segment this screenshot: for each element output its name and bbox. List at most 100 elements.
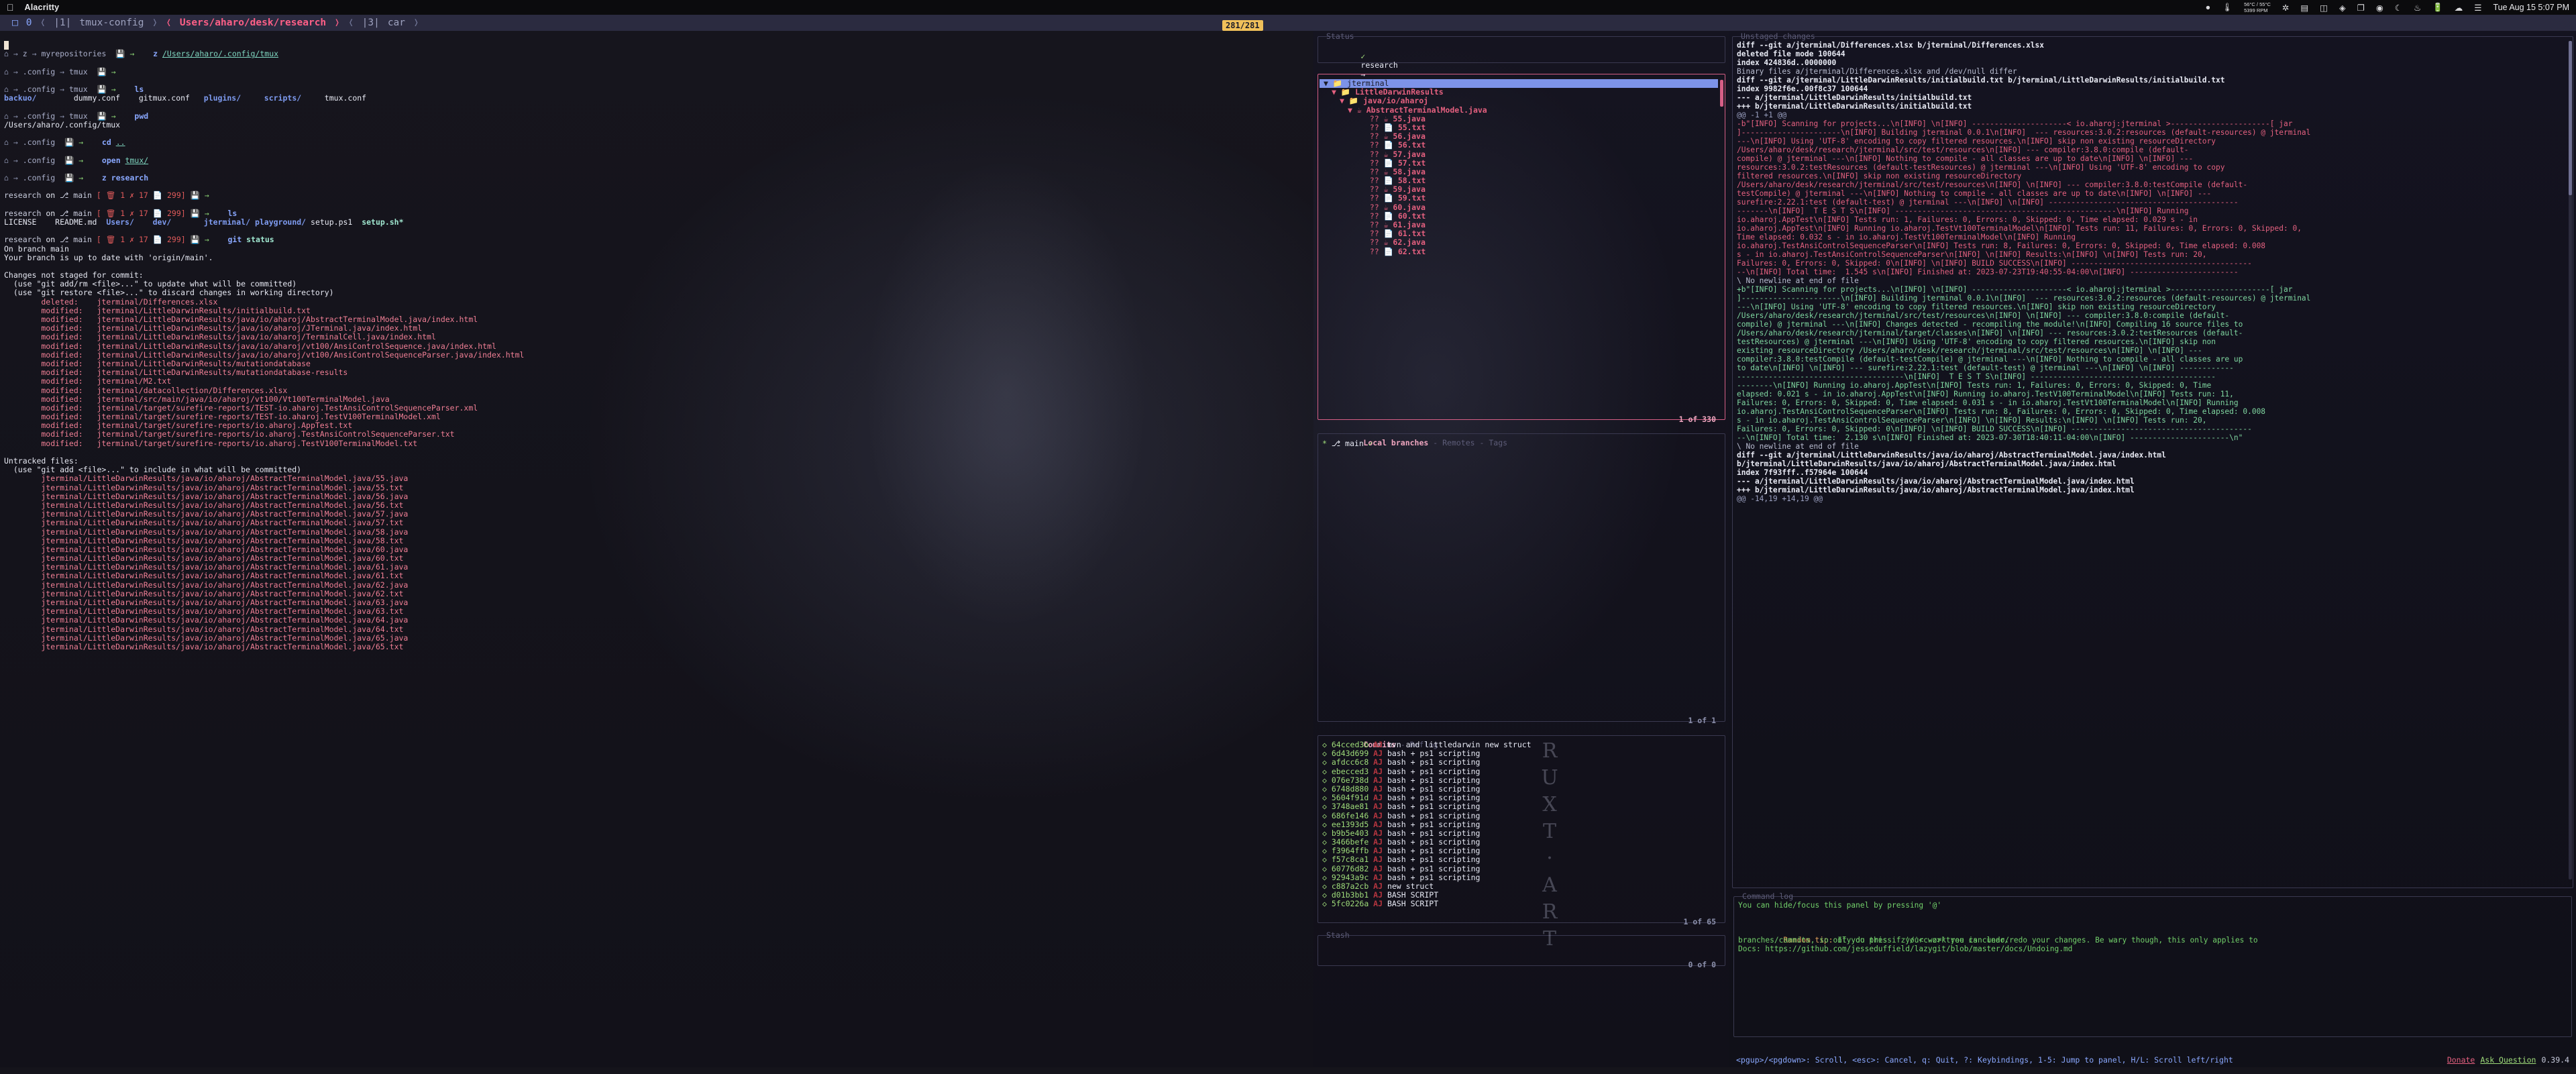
battery-icon[interactable]: 🔋 [2432, 3, 2443, 13]
chevron-down-icon[interactable] [1356, 184, 1370, 194]
calendar-icon[interactable]: ▤ [2300, 3, 2308, 13]
chevron-down-icon[interactable] [1356, 150, 1370, 159]
branch-list-item[interactable]: * ⎇ main ✓ [1322, 439, 1373, 448]
apple-icon[interactable]:  [7, 3, 14, 12]
diff-line: b/jterminal/LittleDarwinResults/java/io/… [1737, 460, 2116, 468]
terminal-pane-left[interactable]: ⌂ → z → myrepositories 💾 → z /Users/ahar… [0, 31, 1313, 1067]
chevron-down-icon[interactable] [1356, 193, 1370, 203]
terminal-span: ⌂ [4, 85, 9, 95]
menubar-clock[interactable]: Tue Aug 15 5:07 PM [2493, 3, 2569, 12]
sensor-readout[interactable]: 56°C / 55°C 5399 RPM [2244, 1, 2271, 14]
file-name: 60.txt [1397, 211, 1426, 221]
control-center-icon[interactable]: ☰ [2474, 3, 2481, 13]
commit-list-item[interactable]: ◇ 5fc0226a AJ BASH SCRIPT [1322, 900, 1532, 908]
commit-graph-node: ◇ [1322, 872, 1332, 882]
file-name: 59.java [1393, 184, 1426, 195]
chevron-down-icon[interactable] [1356, 158, 1370, 168]
terminal-span: jterminal/LittleDarwinResults/java/io/ah… [4, 544, 409, 554]
chevron-down-icon[interactable] [1356, 211, 1370, 221]
commit-graph-node: ◇ [1322, 793, 1332, 803]
chevron-down-icon[interactable] [1356, 237, 1370, 247]
chevron-down-icon[interactable] [1356, 247, 1370, 256]
terminal-span: On branch main [4, 244, 69, 254]
airpods-icon[interactable]: ♨ [2414, 3, 2421, 13]
terminal-output-line: backuo/ dummy.conf gitmux.conf plugins/ … [4, 94, 524, 103]
diff-line: io.aharoj.AppTest\n[INFO] Running io.aha… [1737, 224, 2302, 233]
diff-scrollbar-thumb[interactable] [2569, 41, 2572, 195]
terminal-span: jterminal/LittleDarwinResults/java/io/ah… [4, 562, 409, 572]
chevron-down-icon[interactable]: ▼ [1332, 87, 1341, 97]
chevron-down-icon[interactable] [1356, 114, 1370, 123]
chevron-down-icon[interactable] [1356, 140, 1370, 150]
commit-message: bash + ps1 scripting [1387, 793, 1481, 803]
moon-icon[interactable]: ☾ [2395, 3, 2402, 13]
tmux-window-name[interactable]: tmux-config [79, 17, 144, 28]
tmux-window-index[interactable]: |1| [54, 17, 71, 28]
folder-icon: 📁 [1332, 79, 1348, 88]
tmux-current-path[interactable]: Users/aharo/desk/research [180, 17, 326, 28]
lazygit-command-log-panel[interactable]: Command log You can hide/focus this pane… [1733, 892, 2572, 1037]
unstaged-changes-box[interactable]: Unstaged changes diff --git a/jterminal/… [1732, 32, 2573, 888]
chevron-down-icon[interactable] [1356, 203, 1370, 212]
terminal-span: jterminal/LittleDarwinResults/java/io/ah… [4, 500, 404, 510]
macos-menu-bar:  Alacritty ● 🌡 56°C / 55°C 5399 RPM ✲ ▤… [0, 0, 2576, 15]
terminal-span: modified: jterminal/LittleDarwinResults/… [4, 350, 525, 360]
play-icon[interactable]: ◉ [2376, 3, 2383, 13]
terminal-span [134, 49, 153, 58]
java-icon: ☕ [1383, 113, 1393, 123]
commit-message: bash + ps1 scripting [1387, 855, 1481, 865]
tmux-window2-name[interactable]: car [388, 17, 405, 28]
tmux-session-index[interactable]: 0 [26, 17, 32, 28]
terminal-span: jterminal/LittleDarwinResults/java/io/ah… [4, 641, 404, 651]
terminal-span: tmux/ [125, 155, 149, 165]
lazygit-stash-panel[interactable]: Stash 0 of 0 [1318, 930, 1725, 969]
file-tree[interactable]: ▼ 📁 jterminal ▼ 📁 LittleDarwinResults ▼ 📁 … [1320, 79, 1718, 415]
commit-sha: b9b5e403 [1331, 828, 1374, 838]
chevron-down-icon[interactable] [1356, 131, 1370, 141]
tip-docs-link[interactable]: Docs: https://github.com/jesseduffield/l… [1738, 945, 2258, 953]
donate-link[interactable]: Donate [2447, 1055, 2475, 1065]
record-icon[interactable]: ● [2206, 3, 2211, 12]
diff-line: io.aharoj.TestAnsiControlSequenceParser\… [1737, 407, 2266, 416]
chevron-down-icon[interactable]: ▼ [1340, 96, 1349, 105]
remotes-tags-tab[interactable]: Remotes - Tags [1442, 438, 1507, 447]
display-icon[interactable]: ◫ [2320, 3, 2328, 13]
text-icon: 📄 [1383, 158, 1398, 168]
files-scrollbar[interactable] [1720, 80, 1723, 107]
terminal-span: → [55, 66, 69, 76]
terminal-span: z research [101, 173, 149, 182]
branches-panel-title: Local branches [1363, 438, 1429, 447]
thermometer-icon[interactable]: 🌡 [2222, 3, 2233, 13]
lazygit-files-panel[interactable]: Files - Submodules ▼ 📁 jterminal▼ 📁 Litt… [1318, 74, 1725, 424]
active-app-name[interactable]: Alacritty [25, 3, 60, 12]
lazygit-side-panels[interactable]: Status ✓ research → main Files - Submodu… [1313, 31, 1729, 1067]
chevron-down-icon[interactable] [1356, 229, 1370, 238]
java-icon: ☕ [1383, 166, 1393, 176]
terminal-span: 💾 [55, 138, 79, 148]
file-name: 59.txt [1397, 193, 1426, 203]
terminal-span: ⌂ [4, 155, 9, 165]
diff-line: deleted file mode 100644 [1737, 50, 1845, 58]
lazygit-main-panel[interactable]: Unstaged changes diff --git a/jterminal/… [1729, 31, 2576, 1067]
commit-list[interactable]: ◇ 64cced3b AJ mvn and littledarwin new s… [1322, 741, 1532, 916]
lazygit-bottom-bar: <pgup>/<pgdown>: Scroll, <esc>: Cancel, … [1729, 1053, 2576, 1067]
wifi-icon[interactable]: ☁ [2455, 3, 2463, 13]
stacks-icon[interactable]: ❐ [2357, 3, 2365, 13]
file-status-badge: ?? [1369, 202, 1384, 212]
branch-list[interactable]: * ⎇ main ✓ [1322, 439, 1373, 448]
chevron-down-icon[interactable] [1356, 123, 1370, 132]
chevron-down-icon[interactable] [1356, 220, 1370, 229]
tmux-window2-index[interactable]: |3| [362, 17, 380, 28]
chevron-down-icon[interactable] [1356, 176, 1370, 185]
terminal-span: → [111, 66, 116, 76]
chevron-down-icon[interactable]: ▼ [1324, 79, 1333, 88]
lazygit-branches-panel[interactable]: Local branches - Remotes - Tags * ⎇ main… [1318, 433, 1725, 725]
lazygit-status-panel[interactable]: Status ✓ research → main [1318, 32, 1725, 87]
chevron-down-icon[interactable]: ▼ [1348, 105, 1357, 115]
dropbox-icon[interactable]: ◈ [2339, 3, 2346, 13]
bluetooth-icon[interactable]: ✲ [2282, 3, 2289, 13]
lazygit-commits-panel[interactable]: Commits - Reflog ◇ 64cced3b AJ mvn and l… [1318, 735, 1725, 926]
chevron-down-icon[interactable] [1356, 167, 1370, 176]
ask-question-link[interactable]: Ask Question [2480, 1055, 2536, 1065]
file-tree-row[interactable]: ?? 📄 62.txt [1320, 247, 1718, 256]
